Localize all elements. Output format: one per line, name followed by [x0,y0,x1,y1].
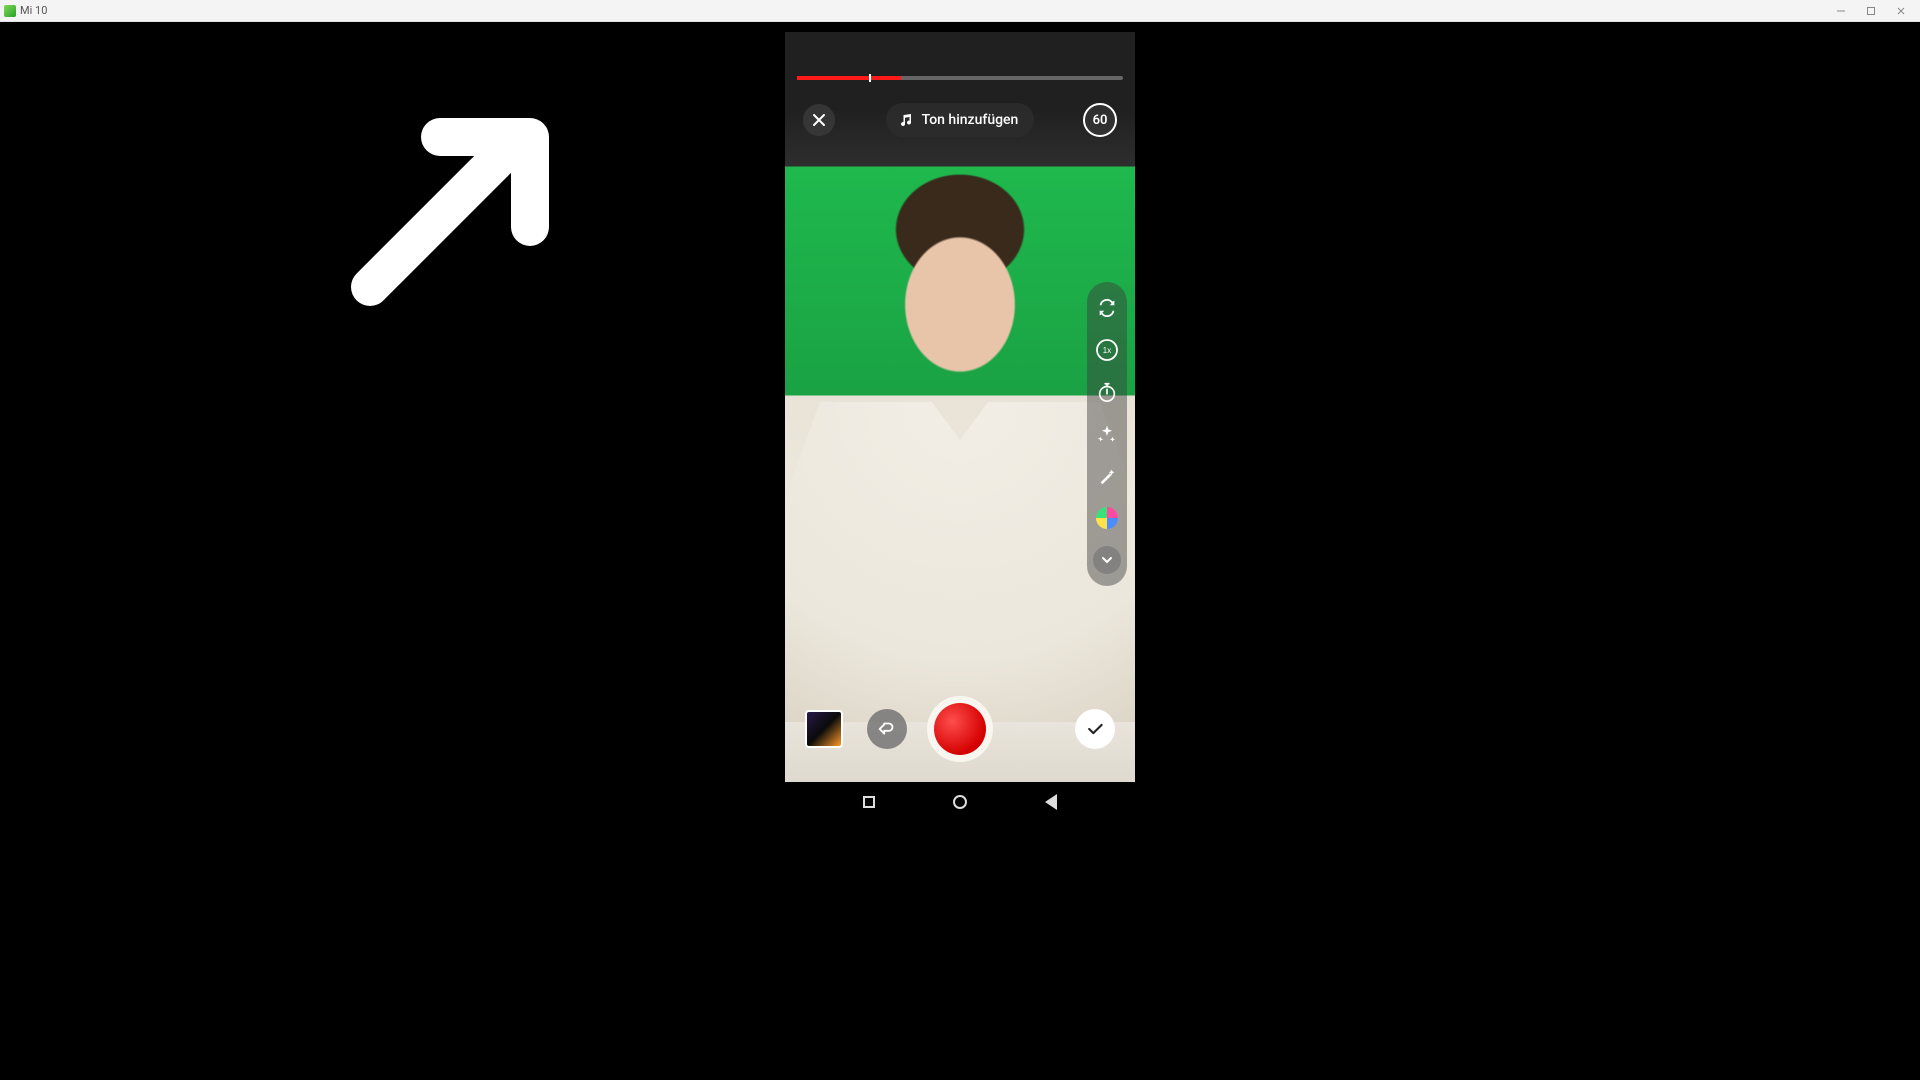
undo-button[interactable] [867,709,907,749]
close-button[interactable] [803,104,835,136]
chevron-down-icon [1100,553,1114,567]
add-sound-button[interactable]: Ton hinzufügen [886,103,1035,137]
record-icon [934,703,986,755]
recording-progress-bar[interactable] [797,76,1123,80]
window-minimize-button[interactable] [1826,2,1856,20]
duration-button[interactable]: 60 [1083,103,1117,137]
window-titlebar: Mi 10 [0,0,1920,22]
speed-1x-icon: 1x [1095,338,1119,362]
record-button[interactable] [927,696,993,762]
add-sound-label: Ton hinzufügen [922,112,1019,128]
side-tool-rail: 1x [1087,282,1127,586]
emulator-window: Mi 10 [0,0,1920,1080]
nav-back-button[interactable] [1045,794,1057,810]
flip-camera-icon [1096,297,1118,319]
retouch-button[interactable] [1093,462,1121,490]
bottom-controls [785,694,1135,764]
filters-button[interactable] [1093,504,1121,532]
beautify-button[interactable] [1093,420,1121,448]
duration-label: 60 [1093,113,1108,128]
close-icon [811,112,827,128]
progress-segment [797,76,869,80]
expand-tools-button[interactable] [1093,546,1121,574]
magic-wand-icon [1096,465,1118,487]
color-wheel-icon [1096,507,1118,529]
window-maximize-button[interactable] [1856,2,1886,20]
window-close-button[interactable] [1886,2,1916,20]
music-note-icon [898,112,914,128]
top-controls: Ton hinzufügen 60 [785,98,1135,142]
confirm-button[interactable] [1075,709,1115,749]
speed-button[interactable]: 1x [1093,336,1121,364]
stage: Ton hinzufügen 60 1x [0,22,1920,1080]
sparkle-icon [1096,423,1118,445]
android-navbar [785,782,1135,822]
progress-segment [872,76,901,80]
countdown-button[interactable] [1093,378,1121,406]
phone-screen: Ton hinzufügen 60 1x [785,32,1135,822]
stopwatch-icon [1096,381,1118,403]
nav-home-button[interactable] [953,795,967,809]
check-icon [1085,719,1105,739]
window-title: Mi 10 [20,4,47,17]
undo-icon [876,718,898,740]
gallery-button[interactable] [805,710,843,748]
flip-camera-button[interactable] [1093,294,1121,322]
svg-text:1x: 1x [1103,346,1111,355]
progress-segment-mark [869,74,871,82]
app-icon [4,5,16,17]
top-overlay [785,32,1135,162]
annotation-arrow [330,107,550,307]
nav-recents-button[interactable] [863,796,875,808]
